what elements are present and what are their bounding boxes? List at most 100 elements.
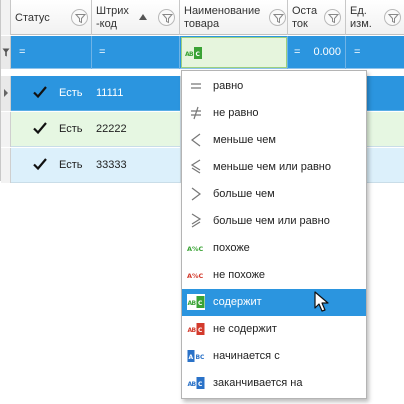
starts-with-icon: A B C — [187, 350, 205, 362]
name-filter-cell[interactable]: A B C — [180, 36, 288, 69]
operator-label: содержит — [213, 296, 262, 308]
sort-ascending-icon — [139, 14, 147, 20]
row-status: Есть — [59, 123, 83, 135]
row-status: Есть — [59, 159, 83, 171]
like-icon: A%C — [187, 245, 204, 253]
less-or-equal-icon — [190, 159, 201, 174]
contains-icon: A B C — [187, 294, 205, 310]
mouse-cursor-icon — [314, 291, 329, 312]
operator-option-contains[interactable]: A B C содержит — [182, 289, 366, 316]
column-header-name[interactable]: Наименование товара — [180, 0, 288, 35]
operator-label: больше чем или равно — [213, 215, 330, 227]
row-indicator[interactable] — [1, 148, 11, 183]
operator-option-less-or-equal[interactable]: меньше чем или равно — [182, 154, 366, 181]
operator-option-not-like[interactable]: A%C не похоже — [182, 262, 366, 289]
unit-filter-cell[interactable]: = — [346, 36, 404, 69]
barcode-filter-icon[interactable] — [158, 9, 175, 26]
stock-filter-icon[interactable] — [324, 9, 341, 26]
filter-row: = = A B C = 0.000 = — [1, 36, 404, 69]
operator-option-like[interactable]: A%C похоже — [182, 235, 366, 262]
svg-text:C: C — [198, 327, 203, 334]
column-title-unit-line2: изм. — [350, 18, 372, 30]
svg-text:C: C — [200, 354, 205, 361]
operator-label: начинается с — [213, 350, 280, 362]
operator-label: больше чем — [213, 188, 275, 200]
column-title-unit: Ед. изм. — [350, 5, 372, 31]
barcode-filter-operator: = — [99, 46, 106, 58]
less-than-icon — [191, 133, 201, 147]
svg-text:A: A — [189, 354, 194, 361]
operator-label: равно — [213, 80, 244, 92]
filter-row-indicator — [1, 36, 11, 69]
column-title-name-line1: Наименование — [184, 5, 261, 17]
filter-operator-dropdown: равно не равно меньше чем меньше чем или… — [181, 70, 367, 399]
column-title-barcode-line1: Штрих — [96, 5, 129, 17]
operator-label: меньше чем или равно — [213, 161, 331, 173]
filter-funnel-icon — [2, 48, 10, 57]
barcode-filter-cell[interactable]: = — [92, 36, 180, 69]
not-equals-icon — [191, 106, 201, 120]
stock-filter-cell[interactable]: = 0.000 — [288, 36, 346, 69]
column-title-name-line2: товара — [184, 18, 220, 30]
not-like-icon: A%C — [187, 272, 204, 280]
svg-text:C: C — [198, 300, 203, 307]
svg-text:A%C: A%C — [187, 245, 204, 253]
name-filter-editor[interactable]: A B C — [181, 37, 287, 68]
greater-or-equal-icon — [191, 213, 202, 228]
operator-option-ends-with[interactable]: A B C заканчивается на — [182, 370, 366, 397]
row-indicator[interactable] — [1, 76, 11, 111]
svg-text:A%C: A%C — [187, 272, 204, 280]
row-barcode: 33333 — [96, 159, 127, 171]
operator-option-starts-with[interactable]: A B C начинается с — [182, 343, 366, 370]
column-title-name: Наименование товара — [184, 5, 260, 31]
ends-with-icon: A B C — [188, 377, 205, 389]
svg-text:C: C — [198, 381, 203, 388]
unit-filter-icon[interactable] — [384, 9, 401, 26]
column-header-unit[interactable]: Ед. изм. — [346, 0, 404, 35]
column-title-status: Статус — [15, 12, 50, 24]
operator-option-not-equals[interactable]: не равно — [182, 100, 366, 127]
status-filter-operator: = — [19, 46, 26, 58]
svg-text:C: C — [196, 51, 201, 58]
current-row-arrow-icon — [4, 89, 8, 97]
column-title-stock-line2: ток — [292, 18, 308, 30]
column-title-unit-line1: Ед. — [350, 5, 367, 17]
row-barcode: 22222 — [96, 123, 127, 135]
operator-option-equals[interactable]: равно — [182, 73, 366, 100]
column-title-barcode-line2: -код — [96, 18, 117, 30]
checkmark-icon — [33, 86, 47, 99]
column-title-barcode: Штрих -код — [96, 5, 129, 31]
svg-text:B: B — [192, 327, 197, 334]
status-filter-icon[interactable] — [71, 9, 88, 26]
operator-label: заканчивается на — [213, 377, 303, 389]
operator-option-greater-or-equal[interactable]: больше чем или равно — [182, 208, 366, 235]
unit-filter-operator: = — [354, 46, 361, 58]
checkmark-icon — [33, 158, 47, 171]
operator-label: меньше чем — [213, 134, 276, 146]
operator-label: не похоже — [213, 269, 266, 281]
name-filter-icon[interactable] — [269, 9, 286, 26]
status-filter-cell[interactable]: = — [11, 36, 92, 69]
operator-option-less-than[interactable]: меньше чем — [182, 127, 366, 154]
operator-option-not-contains[interactable]: A B C не содержит — [182, 316, 366, 343]
svg-text:B: B — [192, 381, 197, 388]
column-title-stock: Оста ток — [292, 5, 317, 31]
equals-icon — [191, 83, 201, 89]
operator-label: не содержит — [213, 323, 277, 335]
svg-text:B: B — [189, 51, 194, 58]
stock-filter-operator: = — [294, 46, 301, 58]
row-barcode: 11111 — [96, 87, 124, 99]
operator-option-greater-than[interactable]: больше чем — [182, 181, 366, 208]
column-header-status[interactable]: Статус — [11, 0, 92, 35]
checkmark-icon — [33, 122, 47, 135]
operator-label: похоже — [213, 242, 250, 254]
svg-text:B: B — [192, 300, 197, 307]
contains-operator-icon[interactable]: A B C — [185, 46, 203, 60]
column-header-stock[interactable]: Оста ток — [288, 0, 346, 35]
header-row-indicator — [1, 0, 11, 35]
column-header-barcode[interactable]: Штрих -код — [92, 0, 180, 35]
stock-filter-value: 0.000 — [313, 46, 341, 58]
row-status: Есть — [59, 87, 83, 99]
row-indicator[interactable] — [1, 112, 11, 147]
column-title-stock-line1: Оста — [292, 5, 318, 17]
